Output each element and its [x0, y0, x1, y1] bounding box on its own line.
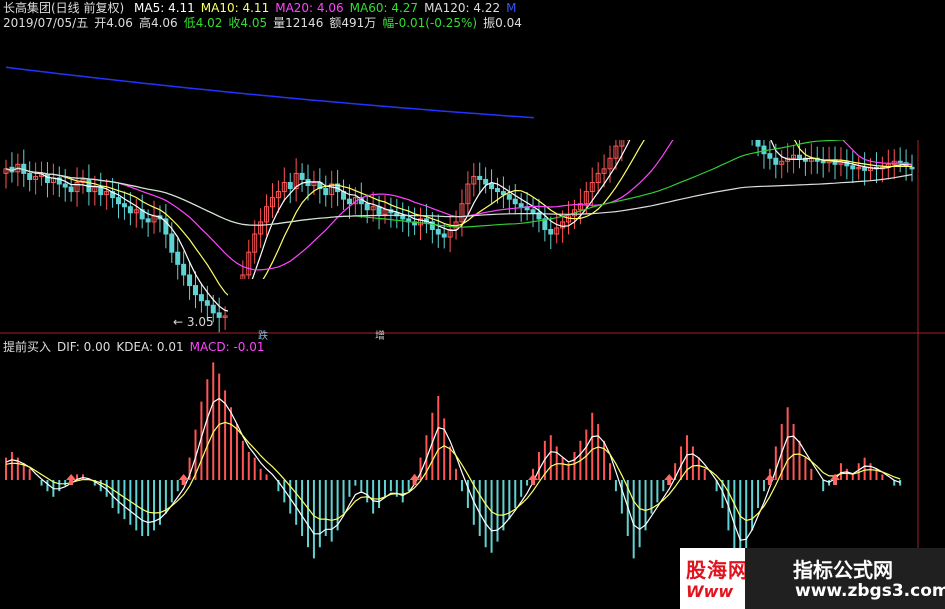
- quote-field-2: 高4.06: [138, 16, 178, 30]
- candle-body: [761, 145, 767, 155]
- candle-body: [323, 188, 329, 196]
- ma-label-3: MA60: 4.27: [349, 1, 419, 15]
- quote-field-3: 低4.02: [183, 16, 223, 30]
- candle-body: [400, 215, 406, 220]
- blackout-middle: [228, 279, 716, 329]
- candle-body: [68, 186, 74, 193]
- blackout-top: [534, 0, 945, 140]
- low-price-value: 3.05: [186, 315, 214, 329]
- watermark-right: 指标公式网 www.zbgs3.com: [745, 548, 945, 609]
- quote-field-7: 幅-0.01(-0.25%): [382, 16, 478, 30]
- watermark-left-sub: Www: [686, 582, 734, 601]
- quote-field-1: 开4.06: [94, 16, 133, 30]
- watermark-left: 股海网 Www: [680, 548, 750, 609]
- ma-label-5: M: [506, 1, 517, 15]
- ma-label-2: MA20: 4.06: [275, 1, 344, 15]
- candle-body: [494, 188, 500, 193]
- candle-body: [62, 183, 68, 188]
- candle-body: [773, 157, 779, 165]
- candle-body: [364, 203, 370, 211]
- dea-line: [5, 421, 901, 522]
- macd-header: 提前买入 DIF: 0.00 KDEA: 0.01 MACD: -0.01: [3, 340, 271, 354]
- candle-body: [346, 198, 352, 205]
- candle-body: [909, 166, 915, 170]
- low-price-label: ← 3.05: [173, 315, 214, 329]
- dif-line: [5, 397, 901, 541]
- candle-body: [198, 294, 204, 302]
- quote-field-0: 2019/07/05/五: [3, 16, 89, 30]
- watermark-right-title: 指标公式网: [793, 558, 893, 582]
- macd-field-0: 提前买入: [3, 340, 52, 354]
- candle-body: [376, 206, 382, 215]
- quote-header: 2019/07/05/五 开4.06 高4.06 低4.02 收4.05 量12146 额4…: [3, 16, 528, 30]
- ma-label-4: MA120: 4.22: [424, 1, 501, 15]
- candle-body: [512, 198, 518, 205]
- candle-body: [27, 172, 33, 180]
- candle-body: [121, 203, 127, 208]
- candle-body: [548, 228, 554, 235]
- candle-body: [299, 172, 305, 180]
- candle-body: [489, 183, 495, 190]
- candle-body: [175, 251, 181, 265]
- watermark-right-url: www.zbgs3.com: [795, 581, 945, 601]
- ma-label-0: MA5: 4.11: [134, 1, 195, 15]
- candle-body: [192, 285, 198, 296]
- candle-body: [116, 197, 122, 205]
- candle-body: [181, 263, 187, 276]
- marker-b: 增: [375, 331, 385, 342]
- candle-body: [530, 209, 536, 214]
- candle-body: [850, 165, 856, 170]
- stock-title: 长高集团(日线 前复权): [3, 1, 125, 15]
- quote-field-4: 收4.05: [228, 16, 268, 30]
- quote-field-5: 量12146: [273, 16, 324, 30]
- candle-body: [477, 175, 483, 180]
- candle-body: [287, 181, 293, 190]
- candle-body: [127, 206, 133, 214]
- price-header: 长高集团(日线 前复权) MA5: 4.11 MA10: 4.11 MA20: 4.…: [3, 1, 528, 15]
- candle-body: [441, 233, 447, 238]
- macd-field-1: DIF: 0.00: [57, 340, 111, 354]
- macd-field-2: KDEA: 0.01: [116, 340, 184, 354]
- marker-a: 跌: [258, 331, 268, 342]
- candle-body: [862, 166, 868, 171]
- buy-arrow-icon: [178, 474, 189, 485]
- candle-body: [145, 218, 151, 223]
- watermark-left-text: 股海网: [686, 558, 749, 582]
- candle-body: [210, 304, 216, 314]
- quote-field-6: 额491万: [329, 16, 377, 30]
- candle-body: [435, 228, 441, 235]
- ma-label-1: MA10: 4.11: [200, 1, 270, 15]
- ma-legend: MA5: 4.11 MA10: 4.11 MA20: 4.06 MA60: 4.27 M…: [134, 1, 522, 15]
- candle-body: [187, 274, 193, 287]
- candle-body: [169, 233, 175, 253]
- candle-body: [767, 153, 773, 159]
- candle-body: [518, 203, 524, 208]
- candle-body: [820, 160, 826, 164]
- candle-body: [98, 186, 104, 196]
- macd-field-3: MACD: -0.01: [189, 340, 265, 354]
- candle-body: [897, 160, 903, 164]
- candle-body: [506, 194, 512, 200]
- candle-body: [483, 178, 489, 185]
- candle-body: [204, 300, 210, 306]
- candle-body: [216, 312, 222, 318]
- candle-body: [796, 154, 802, 159]
- quote-field-8: 振0.04: [483, 16, 522, 30]
